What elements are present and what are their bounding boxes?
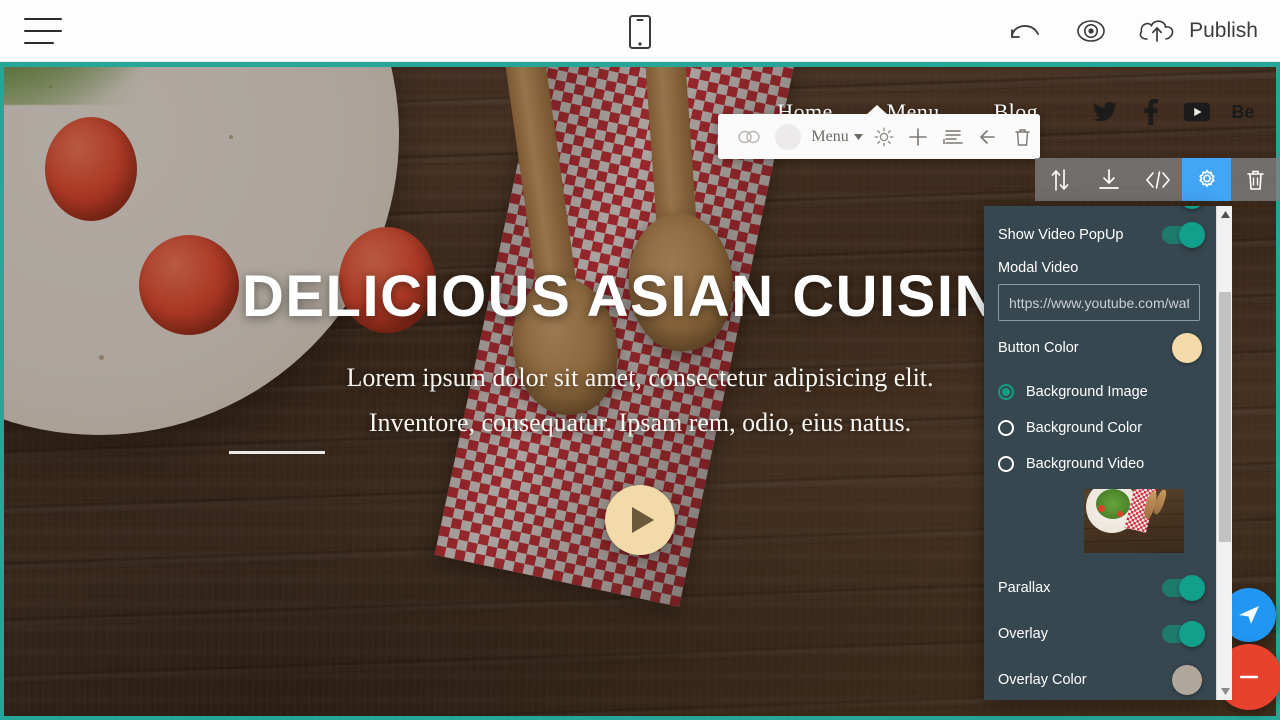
- scroll-up-arrow[interactable]: [1217, 206, 1233, 223]
- send-icon: [1239, 606, 1259, 624]
- overlay-color-label: Overlay Color: [998, 672, 1087, 688]
- color-swatch[interactable]: [768, 114, 807, 159]
- eye-preview-icon[interactable]: [1071, 11, 1111, 51]
- overlay-color-swatch[interactable]: [1172, 665, 1202, 695]
- app-toolbar-actions: Publish: [1005, 0, 1262, 62]
- facebook-icon[interactable]: [1138, 99, 1164, 125]
- menu-dropdown-label: Menu: [811, 127, 849, 145]
- add-icon[interactable]: [901, 114, 936, 159]
- radio-background-color-indicator: [998, 420, 1014, 436]
- radio-background-color[interactable]: Background Color: [998, 413, 1202, 443]
- app-toolbar: Publish: [0, 0, 1280, 62]
- inline-text-toolbar: Menu: [718, 105, 1040, 159]
- play-triangle-icon: [632, 507, 654, 534]
- settings-field-modal-video: Modal Video: [998, 260, 1202, 321]
- parallax-label: Parallax: [998, 580, 1051, 596]
- cloud-upload-icon: [1139, 20, 1174, 42]
- block-toolbar: [1035, 158, 1280, 201]
- radio-background-color-label: Background Color: [1026, 420, 1143, 436]
- publish-button[interactable]: Publish: [1137, 16, 1262, 46]
- social-links: Be: [1092, 99, 1256, 125]
- scrollbar-thumb[interactable]: [1219, 292, 1231, 542]
- hamburger-icon[interactable]: [22, 14, 62, 48]
- settings-content: Show Video PopUp Modal Video Button Colo…: [984, 206, 1216, 700]
- mobile-preview-icon[interactable]: [619, 11, 661, 53]
- minus-icon: [1239, 675, 1259, 679]
- settings-row-button-color: Button Color: [998, 325, 1202, 371]
- move-block-icon[interactable]: [1035, 158, 1084, 201]
- settings-gear-icon[interactable]: [1182, 158, 1231, 201]
- youtube-icon[interactable]: [1184, 99, 1210, 125]
- code-icon[interactable]: [1133, 158, 1182, 201]
- radio-background-video[interactable]: Background Video: [998, 449, 1202, 479]
- modal-video-label: Modal Video: [998, 260, 1079, 276]
- menu-dropdown[interactable]: Menu: [808, 114, 866, 159]
- play-video-button[interactable]: [605, 485, 675, 556]
- show-video-popup-label: Show Video PopUp: [998, 227, 1124, 243]
- radio-background-image-indicator: [998, 384, 1014, 400]
- twitter-icon[interactable]: [1092, 99, 1118, 125]
- chevron-down-icon: [853, 133, 863, 140]
- overlay-label: Overlay: [998, 626, 1048, 642]
- settings-row-show-video-popup: Show Video PopUp: [998, 212, 1205, 258]
- settings-row-overlay-color: Overlay Color: [998, 657, 1202, 700]
- trash-icon[interactable]: [1005, 114, 1040, 159]
- brightness-icon[interactable]: [866, 114, 901, 159]
- button-color-label: Button Color: [998, 340, 1079, 356]
- block-settings-panel: Show Video PopUp Modal Video Button Colo…: [984, 206, 1216, 700]
- scroll-down-arrow[interactable]: [1217, 683, 1233, 700]
- modal-video-input[interactable]: [998, 284, 1200, 321]
- button-color-swatch[interactable]: [1172, 333, 1202, 363]
- background-image-thumbnail[interactable]: [1084, 489, 1184, 553]
- behance-icon[interactable]: Be: [1230, 99, 1256, 125]
- settings-row-overlay: Overlay: [998, 611, 1205, 657]
- radio-background-video-indicator: [998, 456, 1014, 472]
- radio-background-video-label: Background Video: [1026, 456, 1145, 472]
- parallax-toggle[interactable]: [1162, 575, 1205, 601]
- undo-icon[interactable]: [1005, 11, 1045, 51]
- radio-background-image-label: Background Image: [1026, 384, 1148, 400]
- publish-label: Publish: [1189, 19, 1258, 42]
- show-video-popup-toggle[interactable]: [1162, 222, 1205, 248]
- link-icon[interactable]: [732, 114, 768, 159]
- back-arrow-icon[interactable]: [971, 114, 1006, 159]
- download-icon[interactable]: [1084, 158, 1133, 201]
- align-icon[interactable]: [936, 114, 971, 159]
- radio-background-image[interactable]: Background Image: [998, 377, 1202, 407]
- site-navigation: Home Menu Blog Be: [4, 89, 1276, 135]
- overlay-toggle[interactable]: [1162, 621, 1205, 647]
- settings-scrollbar[interactable]: [1216, 206, 1232, 700]
- settings-row-parallax: Parallax: [998, 565, 1205, 611]
- delete-block-icon[interactable]: [1231, 158, 1280, 201]
